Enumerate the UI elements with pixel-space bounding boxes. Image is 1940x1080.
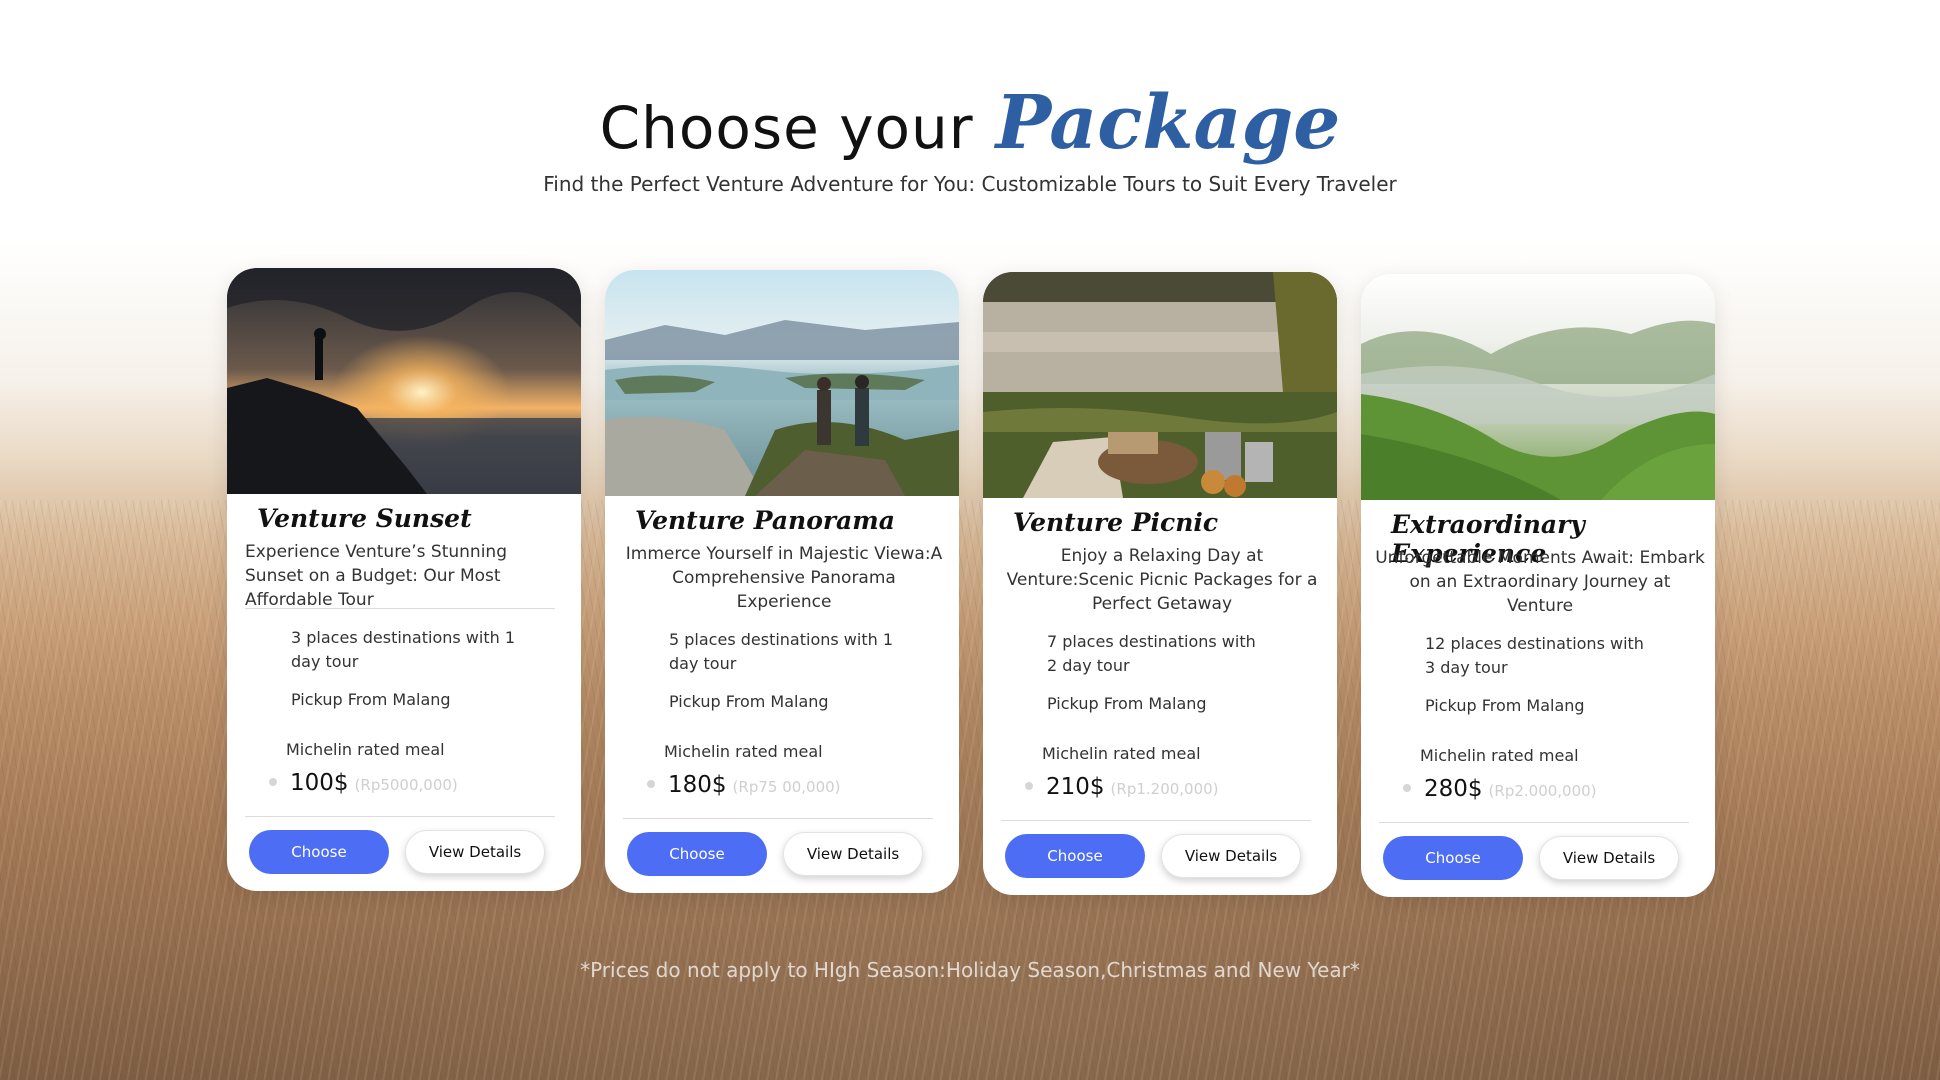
view-details-button[interactable]: View Details: [783, 832, 923, 876]
page-header: Choose your Package Find the Perfect Ven…: [0, 80, 1940, 196]
price: 210$ (Rp1.200,000): [1046, 774, 1219, 800]
price-usd: 100$: [290, 770, 349, 796]
feature-meal: Michelin rated meal: [1420, 746, 1579, 765]
choose-button[interactable]: Choose: [627, 832, 767, 876]
price: 280$ (Rp2.000,000): [1424, 776, 1597, 802]
title-main: Choose your: [599, 94, 974, 162]
page-title: Choose your Package: [600, 80, 1341, 166]
page-subtitle: Find the Perfect Venture Adventure for Y…: [543, 172, 1397, 196]
card-description: Immerce Yourself in Majestic Viewa:A Com…: [625, 544, 943, 612]
feature-destinations: 12 places destinations with 3 day tour: [1425, 634, 1644, 677]
price-idr: (Rp2.000,000): [1488, 782, 1597, 800]
feature-destinations: 3 places destinations with 1 day tour: [291, 628, 516, 671]
price-usd: 210$: [1046, 774, 1105, 800]
price-usd: 180$: [668, 772, 727, 798]
package-card-sunset: Venture Sunset Experience Venture’s Stun…: [227, 268, 581, 891]
bullet-dot: [647, 780, 655, 788]
choose-button[interactable]: Choose: [1005, 834, 1145, 878]
feature-pickup: Pickup From Malang: [1425, 696, 1585, 715]
price: 100$ (Rp5000,000): [290, 770, 458, 796]
card-title: Venture Picnic: [1013, 508, 1219, 537]
card-description: Experience Venture’s Stunning Sunset on …: [245, 542, 507, 610]
divider: [245, 816, 555, 817]
bullet-dot: [1403, 784, 1411, 792]
pricing-note: *Prices do not apply to HIgh Season:Holi…: [580, 958, 1360, 982]
feature-pickup: Pickup From Malang: [669, 692, 829, 711]
feature-pickup: Pickup From Malang: [291, 690, 451, 709]
lakeside-picnic-photo: [983, 272, 1337, 498]
divider: [623, 818, 933, 819]
card-description: Enjoy a Relaxing Day at Venture:Scenic P…: [1006, 546, 1318, 614]
view-details-button[interactable]: View Details: [1161, 834, 1301, 878]
feature-pickup: Pickup From Malang: [1047, 694, 1207, 713]
price-idr: (Rp5000,000): [354, 776, 458, 794]
view-details-button[interactable]: View Details: [405, 830, 545, 874]
price: 180$ (Rp75 00,000): [668, 772, 841, 798]
green-valley-photo: [1361, 274, 1715, 500]
feature-meal: Michelin rated meal: [664, 742, 823, 761]
bullet-dot: [1025, 782, 1033, 790]
hikers-panorama-photo: [605, 270, 959, 496]
view-details-button[interactable]: View Details: [1539, 836, 1679, 880]
divider: [1379, 822, 1689, 823]
feature-meal: Michelin rated meal: [1042, 744, 1201, 763]
divider: [1001, 820, 1311, 821]
divider: [245, 608, 555, 609]
choose-button[interactable]: Choose: [249, 830, 389, 874]
card-description: Unforgettable Moments Await: Embark on a…: [1375, 548, 1705, 616]
price-idr: (Rp75 00,000): [732, 778, 841, 796]
package-card-extraordinary: Extraordinary Experience Unforgettable M…: [1361, 274, 1715, 897]
price-idr: (Rp1.200,000): [1110, 780, 1219, 798]
package-cards: Venture Sunset Experience Venture’s Stun…: [227, 268, 1727, 908]
feature-destinations: 7 places destinations with 2 day tour: [1047, 632, 1256, 675]
feature-meal: Michelin rated meal: [286, 740, 445, 759]
price-usd: 280$: [1424, 776, 1483, 802]
sunset-cliff-photo: [227, 268, 581, 494]
title-accent: Package: [995, 80, 1341, 166]
card-title: Venture Panorama: [635, 506, 895, 535]
choose-button[interactable]: Choose: [1383, 836, 1523, 880]
package-card-panorama: Venture Panorama Immerce Yourself in Maj…: [605, 270, 959, 893]
card-title: Venture Sunset: [257, 504, 472, 533]
package-card-picnic: Venture Picnic Enjoy a Relaxing Day at V…: [983, 272, 1337, 895]
feature-destinations: 5 places destinations with 1 day tour: [669, 630, 894, 673]
bullet-dot: [269, 778, 277, 786]
